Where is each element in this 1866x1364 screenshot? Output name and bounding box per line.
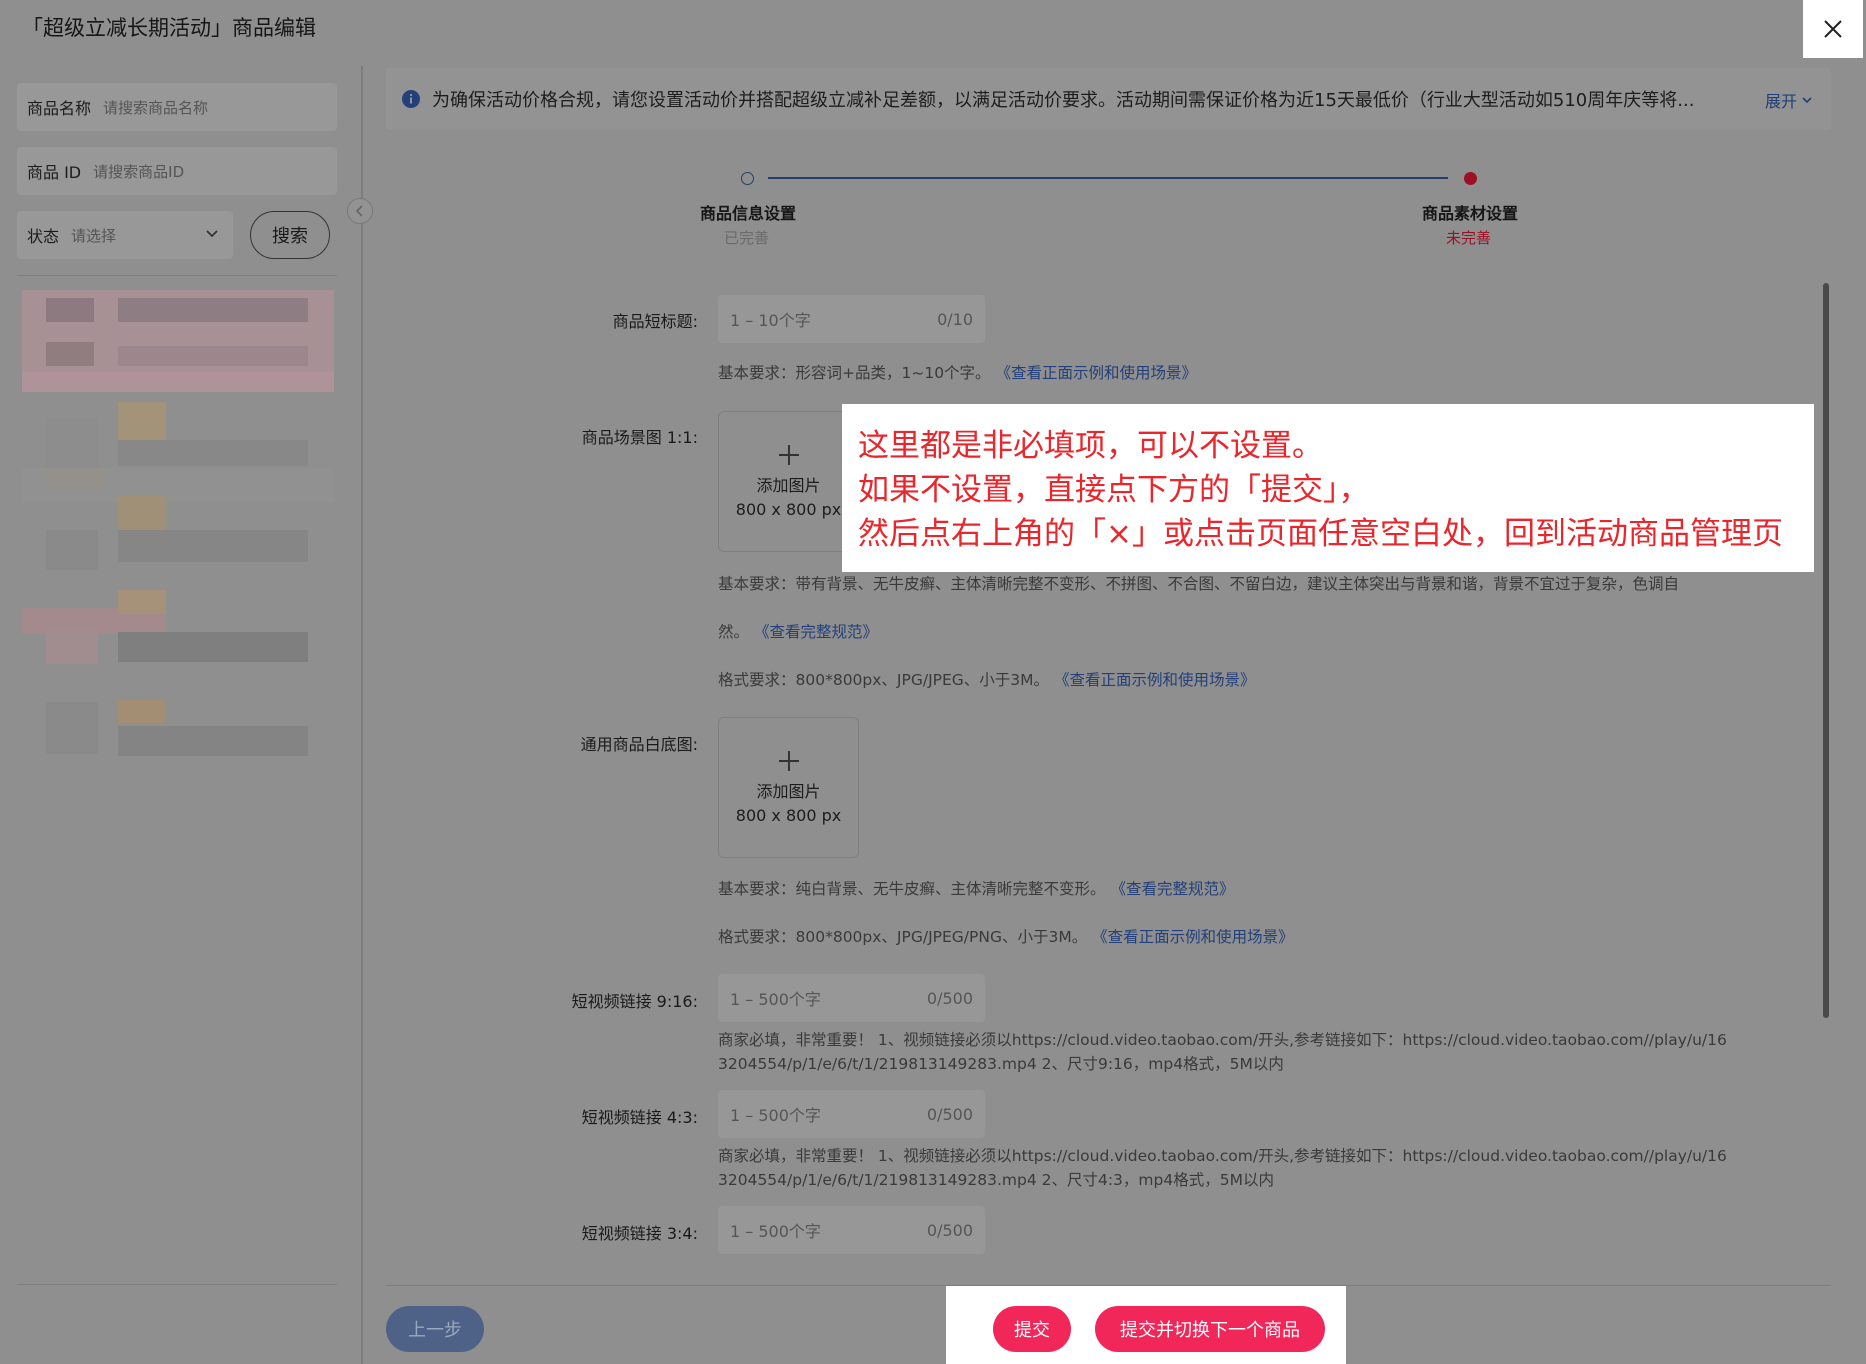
- page-title: 「超级立减长期活动」商品编辑: [22, 16, 316, 40]
- step-2-status: 未完善: [1446, 229, 1492, 247]
- sidebar-bottom-divider: [17, 1284, 337, 1285]
- step-2-title[interactable]: 商品素材设置: [1422, 200, 1518, 224]
- product-name-input[interactable]: 请搜索商品名称: [103, 97, 208, 118]
- step-1-status: 已完善: [724, 229, 770, 247]
- step-progress-line: [768, 177, 1448, 179]
- product-id-input[interactable]: 请搜索商品ID: [93, 161, 184, 182]
- video-43-hint-1: 商家必填，非常重要！ 1、视频链接必须以https://cloud.video.…: [718, 1147, 1727, 1165]
- short-title-label: 商品短标题:: [612, 312, 698, 331]
- short-title-hint: 基本要求：形容词+品类，1~10个字。 《查看正面示例和使用场景》: [718, 361, 1197, 383]
- product-name-label: 商品名称: [27, 99, 92, 118]
- video-43-hint-2: 3204554/p/1/e/6/t/1/219813149283.mp4 2、尺…: [718, 1171, 1274, 1189]
- status-placeholder: 请选择: [71, 226, 117, 245]
- scene-image-hint-2-link[interactable]: 《查看正面示例和使用场景》: [1054, 671, 1256, 689]
- video-43-counter: 0/500: [926, 1104, 973, 1124]
- status-label: 状态: [27, 227, 60, 246]
- chevron-down-icon: [206, 230, 218, 238]
- chevron-left-icon: [355, 205, 363, 217]
- sidebar-divider: [17, 275, 337, 276]
- plus-icon: [778, 445, 799, 465]
- submit-and-next-button[interactable]: 提交并切换下一个商品: [1095, 1306, 1325, 1352]
- short-title-input[interactable]: 1 – 10个字 0/10: [718, 295, 985, 343]
- status-select[interactable]: 状态 请选择: [17, 211, 233, 259]
- step-1-title[interactable]: 商品信息设置: [700, 200, 796, 224]
- scene-image-hint-1b-text: 然。: [718, 623, 750, 641]
- prev-step-button[interactable]: 上一步: [386, 1306, 484, 1352]
- white-image-upload-size: 800 x 800 px: [735, 806, 842, 825]
- scene-image-label: 商品场景图 1:1:: [581, 428, 698, 447]
- video-916-label: 短视频链接 9:16:: [571, 992, 698, 1011]
- short-title-hint-text: 基本要求：形容词+品类，1~10个字。: [718, 364, 991, 382]
- video-34-label: 短视频链接 3:4:: [581, 1224, 698, 1243]
- white-image-hint-2: 格式要求：800*800px、JPG/JPEG/PNG、小于3M。 《查看正面示…: [718, 925, 1294, 947]
- product-list-blurred[interactable]: [22, 290, 334, 790]
- expand-button[interactable]: 展开: [1765, 88, 1813, 112]
- collapse-sidebar-button[interactable]: [347, 198, 373, 224]
- video-43-label: 短视频链接 4:3:: [581, 1108, 698, 1127]
- annotation-line-2: 如果不设置，直接点下方的「提交」，: [858, 472, 1370, 508]
- video-916-hint-1: 商家必填，非常重要！ 1、视频链接必须以https://cloud.video.…: [718, 1031, 1727, 1049]
- notice-banner: 为确保活动价格合规，请您设置活动价并搭配超级立减补足差额，以满足活动价要求。活动…: [386, 68, 1831, 130]
- white-image-upload[interactable]: 添加图片 800 x 800 px: [718, 717, 859, 858]
- video-34-input[interactable]: 1 – 500个字 0/500: [718, 1206, 985, 1254]
- annotation-line-1: 这里都是非必填项，可以不设置。: [858, 428, 1323, 464]
- plus-icon: [778, 751, 799, 771]
- short-title-counter: 0/10: [937, 309, 973, 329]
- white-image-hint-1: 基本要求：纯白背景、无牛皮癣、主体清晰完整不变形。 《查看完整规范》: [718, 877, 1234, 899]
- video-916-placeholder: 1 – 500个字: [730, 990, 821, 1009]
- video-916-input[interactable]: 1 – 500个字 0/500: [718, 974, 985, 1022]
- sidebar-separator: [361, 66, 363, 1364]
- page: 「超级立减长期活动」商品编辑 商品名称 请搜索商品名称 商品 ID 请搜索商品I…: [0, 0, 1866, 1364]
- scene-image-hint-2: 格式要求：800*800px、JPG/JPEG、小于3M。 《查看正面示例和使用…: [718, 668, 1256, 690]
- video-916-counter: 0/500: [926, 988, 973, 1008]
- video-34-counter: 0/500: [926, 1220, 973, 1240]
- short-title-placeholder: 1 – 10个字: [730, 311, 811, 330]
- scene-image-hint-2-text: 格式要求：800*800px、JPG/JPEG、小于3M。: [718, 671, 1050, 689]
- expand-label: 展开: [1764, 92, 1797, 111]
- video-43-input[interactable]: 1 – 500个字 0/500: [718, 1090, 985, 1138]
- white-image-hint-1-link[interactable]: 《查看完整规范》: [1110, 880, 1234, 898]
- close-icon: [1824, 20, 1842, 38]
- scene-image-hint-1-link[interactable]: 《查看完整规范》: [754, 623, 878, 641]
- video-916-hint-2: 3204554/p/1/e/6/t/1/219813149283.mp4 2、尺…: [718, 1055, 1284, 1073]
- video-43-placeholder: 1 – 500个字: [730, 1106, 821, 1125]
- scene-image-upload-size: 800 x 800 px: [735, 500, 842, 519]
- close-button[interactable]: [1803, 0, 1863, 58]
- submit-button[interactable]: 提交: [993, 1306, 1071, 1352]
- step-1-dot: [741, 172, 754, 185]
- scene-image-hint-1a: 基本要求：带有背景、无牛皮癣、主体清晰完整不变形、不拼图、不合图、不留白边，建议…: [718, 575, 1680, 593]
- step-2-dot: [1464, 172, 1477, 185]
- scene-image-hint-1b: 然。 《查看完整规范》: [718, 620, 878, 642]
- product-name-field[interactable]: 商品名称 请搜索商品名称: [17, 83, 337, 131]
- white-image-label: 通用商品白底图:: [580, 735, 698, 754]
- video-34-placeholder: 1 – 500个字: [730, 1222, 821, 1241]
- product-id-field[interactable]: 商品 ID 请搜索商品ID: [17, 147, 337, 195]
- white-image-hint-2-link[interactable]: 《查看正面示例和使用场景》: [1092, 928, 1294, 946]
- white-image-hint-1-text: 基本要求：纯白背景、无牛皮癣、主体清晰完整不变形。: [718, 880, 1106, 898]
- annotation-line-3: 然后点右上角的「×」或点击页面任意空白处，回到活动商品管理页: [858, 516, 1783, 552]
- scrollbar[interactable]: [1823, 283, 1829, 1018]
- white-image-upload-label: 添加图片: [756, 782, 821, 801]
- search-button[interactable]: 搜索: [250, 211, 330, 259]
- scene-image-upload-label: 添加图片: [756, 476, 821, 495]
- product-id-label: 商品 ID: [27, 163, 82, 182]
- chevron-down-icon: [1802, 97, 1812, 104]
- scene-image-upload[interactable]: 添加图片 800 x 800 px: [718, 411, 859, 552]
- white-image-hint-2-text: 格式要求：800*800px、JPG/JPEG/PNG、小于3M。: [718, 928, 1088, 946]
- notice-text: 为确保活动价格合规，请您设置活动价并搭配超级立减补足差额，以满足活动价要求。活动…: [432, 90, 1695, 111]
- annotation-box: 这里都是非必填项，可以不设置。 如果不设置，直接点下方的「提交」， 然后点右上角…: [842, 404, 1814, 572]
- info-icon: [402, 90, 420, 108]
- short-title-hint-link[interactable]: 《查看正面示例和使用场景》: [996, 364, 1198, 382]
